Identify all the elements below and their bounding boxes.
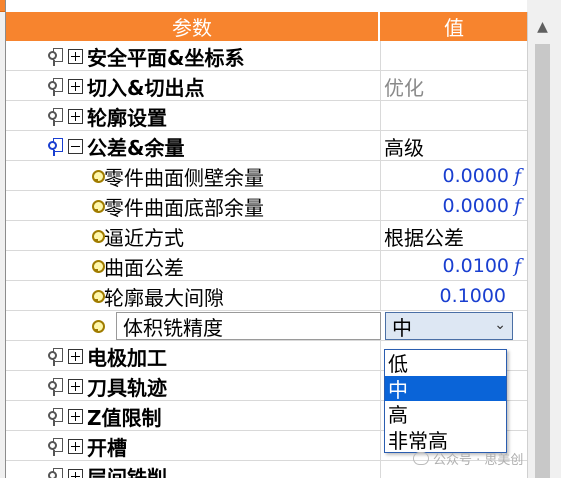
chevron-down-icon[interactable]: ⌄	[494, 317, 506, 333]
group-key-icon	[48, 467, 64, 478]
row-label: 安全平面&坐标系	[87, 45, 245, 70]
expand-plus-icon[interactable]	[68, 378, 83, 394]
row-value[interactable]	[384, 101, 527, 131]
group-key-icon	[48, 377, 64, 396]
bulb-icon	[92, 290, 105, 303]
grid-header: 参数 值	[6, 12, 527, 41]
row-label: 轮廓设置	[87, 105, 167, 130]
expand-plus-icon[interactable]	[68, 468, 83, 478]
row-label: 轮廓最大间隙	[104, 285, 224, 310]
group-key-icon	[48, 437, 64, 456]
row-value[interactable]: 0.0000 f	[384, 191, 527, 221]
bulb-icon	[92, 230, 105, 243]
function-icon[interactable]: f	[514, 255, 527, 277]
group-row-contour-settings[interactable]: 轮廓设置	[6, 101, 527, 131]
param-row-volume-milling-precision[interactable]: 体积铣精度 中 ⌄	[6, 311, 527, 341]
row-label: 层间铣削	[87, 465, 167, 478]
row-label: 零件曲面底部余量	[104, 195, 264, 220]
collapse-minus-icon[interactable]	[68, 138, 83, 154]
dropdown-option-selected[interactable]: 中	[385, 375, 506, 402]
param-column-header[interactable]: 参数	[6, 12, 380, 41]
group-key-icon	[48, 77, 64, 96]
group-key-icon	[48, 347, 64, 366]
param-row-contour-max-gap[interactable]: 轮廓最大间隙 0.1000	[6, 281, 527, 311]
row-label: 电极加工	[87, 345, 167, 370]
row-value[interactable]: 0.1000	[384, 281, 527, 311]
dropdown-option[interactable]: 高	[385, 401, 506, 427]
group-row-safety-plane[interactable]: 安全平面&坐标系	[6, 41, 527, 71]
row-label: 公差&余量	[87, 135, 185, 160]
scrollbar-thumb[interactable]	[535, 44, 550, 478]
row-value[interactable]: 高级	[384, 131, 527, 161]
expand-plus-icon[interactable]	[68, 348, 83, 364]
param-row-surface-tolerance[interactable]: 曲面公差 0.0100 f	[6, 251, 527, 281]
row-label: 曲面公差	[104, 255, 184, 280]
row-label: Z值限制	[87, 405, 162, 430]
param-row-floor-allowance[interactable]: 零件曲面底部余量 0.0000 f	[6, 191, 527, 221]
bulb-icon	[92, 260, 105, 273]
row-value[interactable]: 0.0100 f	[384, 251, 527, 281]
row-label: 体积铣精度	[123, 315, 223, 340]
bulb-icon	[92, 170, 105, 183]
scroll-up-arrow-icon[interactable]: ▲	[528, 12, 557, 41]
expand-plus-icon[interactable]	[68, 108, 83, 124]
expand-plus-icon[interactable]	[68, 408, 83, 424]
row-label: 逼近方式	[104, 225, 184, 250]
group-key-icon	[48, 137, 64, 156]
expand-plus-icon[interactable]	[68, 438, 83, 454]
expand-plus-icon[interactable]	[68, 48, 83, 64]
wechat-icon	[413, 452, 429, 465]
row-label: 开槽	[87, 435, 127, 460]
bulb-icon	[92, 320, 105, 333]
row-label: 刀具轨迹	[87, 375, 167, 400]
param-row-side-wall-allowance[interactable]: 零件曲面侧壁余量 0.0000 f	[6, 161, 527, 191]
watermark: 公众号 · 思美创	[413, 449, 523, 468]
dropdown-option[interactable]: 低	[385, 350, 506, 376]
group-key-icon	[48, 407, 64, 426]
row-value[interactable]: 0.0000 f	[384, 161, 527, 191]
group-key-icon	[48, 47, 64, 66]
expand-plus-icon[interactable]	[68, 78, 83, 94]
group-row-tolerance-allowance[interactable]: 公差&余量 高级	[6, 131, 527, 161]
function-icon[interactable]: f	[514, 165, 527, 187]
row-label: 零件曲面侧壁余量	[104, 165, 264, 190]
row-value[interactable]: 优化	[384, 71, 527, 101]
vertical-scrollbar[interactable]: ▲	[527, 12, 556, 478]
param-row-approximation-method[interactable]: 逼近方式 根据公差	[6, 221, 527, 251]
row-value[interactable]	[384, 41, 527, 71]
group-row-lead-in-out[interactable]: 切入&切出点 优化	[6, 71, 527, 101]
row-label: 切入&切出点	[87, 75, 205, 100]
row-value[interactable]: 根据公差	[384, 221, 527, 251]
function-icon[interactable]: f	[514, 195, 527, 217]
bulb-icon	[92, 200, 105, 213]
precision-select-value: 中	[392, 315, 412, 340]
precision-dropdown-list: 低 中 高 非常高	[384, 349, 507, 453]
precision-select[interactable]: 中 ⌄	[385, 312, 513, 340]
value-column-header[interactable]: 值	[380, 12, 527, 41]
group-key-icon	[48, 107, 64, 126]
